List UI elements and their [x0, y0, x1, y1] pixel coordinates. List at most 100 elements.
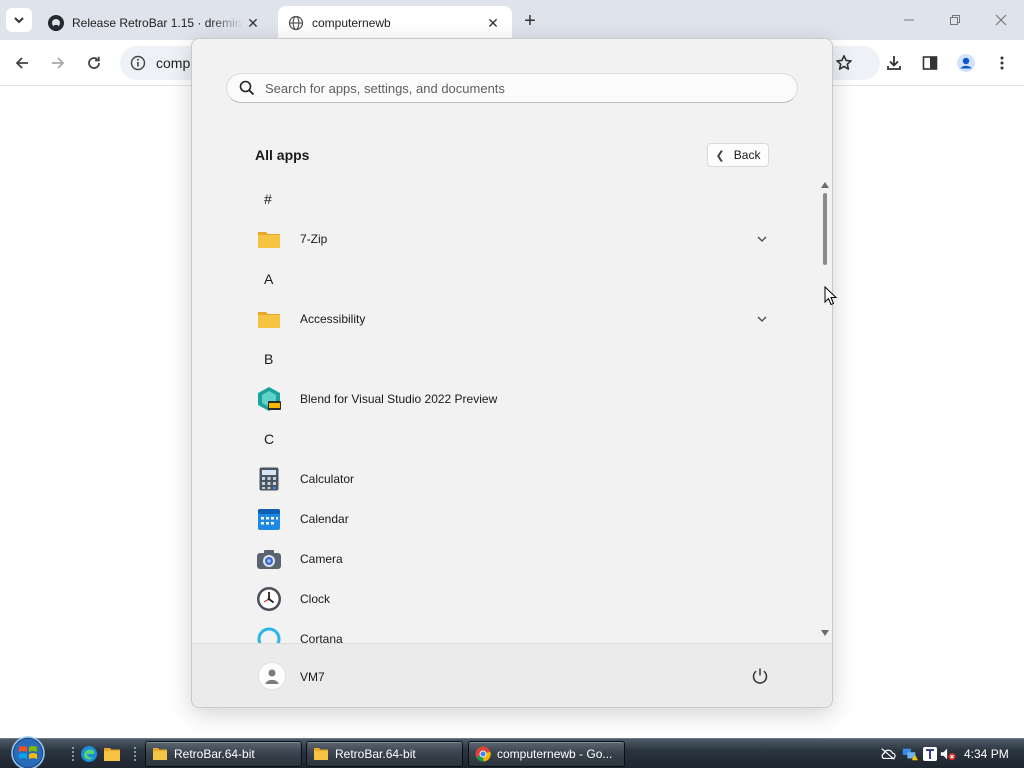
close-icon — [995, 14, 1007, 26]
all-apps-heading: All apps — [255, 147, 310, 163]
back-button[interactable]: ❮ Back — [707, 143, 769, 167]
chevron-down-icon[interactable] — [754, 231, 770, 247]
start-menu-footer: VM7 — [192, 643, 832, 707]
close-tab-icon[interactable]: ✕ — [244, 14, 262, 32]
back-label: Back — [733, 148, 761, 162]
close-tab-icon[interactable]: ✕ — [484, 14, 502, 32]
letter-text: B — [264, 351, 274, 367]
app-list-scrollbar[interactable] — [819, 179, 831, 643]
tab-title: Release RetroBar 1.15 · dremin/ — [72, 16, 244, 30]
chevron-down-icon — [14, 17, 24, 24]
app-name: Calculator — [300, 472, 355, 486]
more-vertical-icon — [1000, 56, 1004, 70]
folder-icon — [256, 226, 282, 252]
app-cortana[interactable]: Cortana — [192, 619, 818, 643]
letter-header-a[interactable]: A — [192, 259, 818, 299]
grip-icon — [126, 745, 144, 763]
app-name: Camera — [300, 552, 343, 566]
mouse-cursor-icon — [824, 286, 838, 306]
start-menu: All apps ❮ Back # 7-Zip A Accessib — [191, 38, 833, 708]
chevron-down-icon[interactable] — [754, 311, 770, 327]
minimize-button[interactable] — [886, 6, 932, 34]
chevron-left-icon: ❮ — [715, 149, 725, 162]
taskbar-button-chrome[interactable]: computernewb - Go... — [468, 741, 625, 767]
bookmark-button[interactable] — [830, 49, 858, 77]
back-nav-button[interactable] — [8, 49, 36, 77]
clock-icon — [256, 586, 282, 612]
letter-header-c[interactable]: C — [192, 419, 818, 459]
app-accessibility[interactable]: Accessibility — [192, 299, 818, 339]
onedrive-offline-icon[interactable] — [880, 746, 896, 762]
tab-computernewb[interactable]: computernewb ✕ — [278, 6, 512, 40]
download-icon — [887, 56, 901, 70]
chrome-icon — [475, 746, 491, 762]
edge-icon[interactable] — [80, 745, 98, 763]
taskbar-clock[interactable]: 4:34 PM — [964, 747, 1009, 761]
reload-button[interactable] — [80, 49, 108, 77]
app-blend-vs2022-preview[interactable]: Blend for Visual Studio 2022 Preview — [192, 379, 818, 419]
app-7zip[interactable]: 7-Zip — [192, 219, 818, 259]
app-name: 7-Zip — [300, 232, 328, 246]
app-list: # 7-Zip A Accessibility B Blend for Visu… — [192, 179, 818, 643]
folder-icon — [256, 306, 282, 332]
profile-button[interactable] — [952, 49, 980, 77]
app-name: Blend for Visual Studio 2022 Preview — [300, 392, 498, 406]
network-warning-icon[interactable] — [902, 746, 918, 762]
search-input[interactable] — [265, 80, 765, 96]
windows-logo-icon — [11, 736, 45, 768]
tab-strip: Release RetroBar 1.15 · dremin/ ✕ comput… — [0, 0, 1024, 40]
letter-text: # — [264, 191, 272, 207]
letter-header-hash[interactable]: # — [192, 179, 818, 219]
scroll-thumb[interactable] — [823, 193, 827, 265]
arrow-left-icon — [15, 57, 28, 69]
tab-search-button[interactable] — [6, 8, 32, 32]
arrow-right-icon — [52, 57, 65, 69]
downloads-button[interactable] — [880, 49, 908, 77]
close-window-button[interactable] — [978, 6, 1024, 34]
blend-icon — [256, 386, 282, 412]
app-camera[interactable]: Camera — [192, 539, 818, 579]
reload-icon — [88, 56, 100, 69]
app-calculator[interactable]: Calculator — [192, 459, 818, 499]
letter-header-b[interactable]: B — [192, 339, 818, 379]
tab-title: computernewb — [312, 16, 391, 30]
user-avatar[interactable] — [258, 662, 286, 690]
app-clock[interactable]: Clock — [192, 579, 818, 619]
taskbar-button-retrobar-2[interactable]: RetroBar.64-bit — [306, 741, 463, 767]
folder-icon — [314, 748, 328, 760]
search-icon — [239, 80, 255, 96]
tab-retrobar-release[interactable]: Release RetroBar 1.15 · dremin/ ✕ — [38, 6, 272, 40]
menu-button[interactable] — [988, 49, 1016, 77]
side-panel-icon — [922, 56, 938, 70]
power-icon — [752, 668, 768, 684]
start-button[interactable] — [8, 735, 48, 768]
start-search-box[interactable] — [226, 73, 798, 103]
file-explorer-icon[interactable] — [103, 745, 121, 763]
side-panel-button[interactable] — [916, 49, 944, 77]
user-name[interactable]: VM7 — [300, 670, 325, 684]
scroll-up-arrow-icon[interactable] — [821, 182, 829, 188]
teams-icon[interactable] — [922, 746, 938, 762]
new-tab-button[interactable]: + — [518, 10, 542, 32]
calculator-icon — [256, 466, 282, 492]
taskbar-button-label: RetroBar.64-bit — [174, 747, 255, 761]
restore-button[interactable] — [932, 6, 978, 34]
forward-nav-button[interactable] — [44, 49, 72, 77]
letter-text: C — [264, 431, 275, 447]
star-icon — [836, 55, 852, 70]
power-button[interactable] — [748, 664, 772, 688]
user-icon — [265, 669, 279, 684]
restore-icon — [950, 15, 960, 25]
github-icon — [48, 15, 64, 31]
camera-icon — [256, 546, 282, 572]
scroll-down-arrow-icon[interactable] — [821, 630, 829, 636]
taskbar-button-label: RetroBar.64-bit — [335, 747, 416, 761]
profile-icon — [957, 54, 975, 72]
volume-muted-icon[interactable] — [940, 746, 956, 762]
taskbar-button-retrobar-1[interactable]: RetroBar.64-bit — [145, 741, 302, 767]
taskbar: RetroBar.64-bit RetroBar.64-bit computer… — [0, 735, 1024, 768]
minimize-icon — [904, 19, 914, 21]
app-calendar[interactable]: Calendar — [192, 499, 818, 539]
folder-icon — [153, 748, 167, 760]
app-name: Clock — [300, 592, 331, 606]
